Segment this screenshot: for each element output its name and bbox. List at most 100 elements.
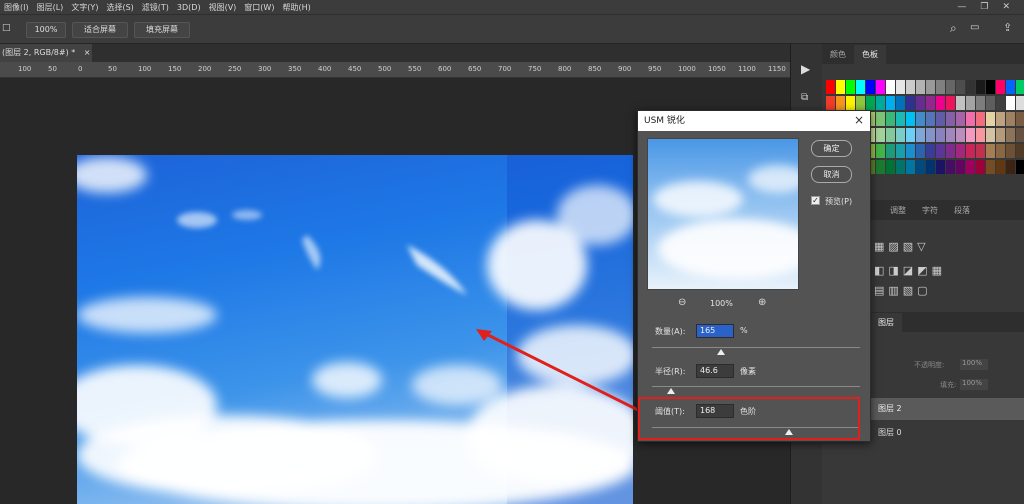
swatch[interactable] [926,96,935,110]
search-icon[interactable]: ⌕ [950,21,957,36]
swatch[interactable] [1016,128,1024,142]
restore-icon[interactable]: ❐ [980,2,988,12]
swatch[interactable] [986,128,995,142]
swatch[interactable] [1006,80,1015,94]
swatch[interactable] [886,144,895,158]
swatch[interactable] [916,112,925,126]
fill-field[interactable]: 100% [960,379,988,390]
swatch[interactable] [946,160,955,174]
swatch[interactable] [936,128,945,142]
layer-row-2[interactable]: 图层 2 [870,398,1024,420]
swatch[interactable] [886,96,895,110]
swatch[interactable] [906,96,915,110]
menu-item-3[interactable]: 选择(S) [102,2,137,13]
history-icon[interactable]: ⧉ [801,92,808,103]
swatch[interactable] [926,80,935,94]
swatch[interactable] [1016,80,1024,94]
swatch[interactable] [936,80,945,94]
swatch[interactable] [1006,160,1015,174]
swatch[interactable] [936,112,945,126]
swatch[interactable] [1016,160,1024,174]
tab-swatches[interactable]: 色板 [854,45,886,64]
swatch[interactable] [866,80,875,94]
swatch[interactable] [896,144,905,158]
swatch[interactable] [846,80,855,94]
swatch[interactable] [966,128,975,142]
workspace-icon[interactable]: ▭ [970,22,979,33]
play-icon[interactable]: ▶ [801,62,810,76]
swatch[interactable] [876,80,885,94]
swatch[interactable] [986,112,995,126]
swatch[interactable] [916,144,925,158]
swatch[interactable] [916,160,925,174]
adjustment-icons[interactable]: ▦▨▧▽ [874,240,930,253]
swatch[interactable] [946,96,955,110]
share-icon[interactable]: ⇪ [1003,21,1012,34]
ok-button[interactable]: 确定 [811,140,852,157]
swatch[interactable] [996,112,1005,126]
swatch[interactable] [916,128,925,142]
adjustment-icons-row3[interactable]: ▤▥▧▢ [874,284,932,297]
swatch[interactable] [826,96,835,110]
radius-slider-track[interactable] [652,386,860,387]
swatch[interactable] [836,96,845,110]
swatch[interactable] [876,128,885,142]
swatch[interactable] [976,80,985,94]
swatch[interactable] [946,128,955,142]
swatch[interactable] [906,112,915,126]
swatch[interactable] [906,80,915,94]
swatch[interactable] [956,96,965,110]
swatch[interactable] [886,112,895,126]
swatch[interactable] [1006,144,1015,158]
swatch[interactable] [996,160,1005,174]
swatch[interactable] [1006,112,1015,126]
menu-item-1[interactable]: 图层(L) [33,2,68,13]
menu-item-0[interactable]: 图像(I) [0,2,33,13]
swatch[interactable] [886,80,895,94]
swatch[interactable] [1006,128,1015,142]
swatch[interactable] [966,96,975,110]
zoom-100-button[interactable]: 100% [26,22,66,38]
swatch[interactable] [836,80,845,94]
dialog-close-icon[interactable]: × [854,113,864,127]
swatch[interactable] [876,112,885,126]
swatch[interactable] [1016,96,1024,110]
amount-slider-track[interactable] [652,347,860,348]
swatch[interactable] [986,96,995,110]
swatch[interactable] [976,160,985,174]
swatch[interactable] [876,160,885,174]
swatch[interactable] [996,144,1005,158]
swatch[interactable] [826,80,835,94]
preview-image[interactable] [647,138,799,290]
cancel-button[interactable]: 取消 [811,166,852,183]
swatch[interactable] [926,160,935,174]
document-tab[interactable]: (图层 2, RGB/8#) * × [0,44,92,62]
swatch[interactable] [876,144,885,158]
layer-row-0[interactable]: 图层 0 [870,422,1024,444]
swatch[interactable] [986,160,995,174]
swatch[interactable] [886,160,895,174]
swatch[interactable] [986,80,995,94]
preview-checkbox[interactable]: ✓ [811,196,820,205]
swatch[interactable] [906,160,915,174]
swatch[interactable] [846,96,855,110]
swatch[interactable] [956,112,965,126]
tab-layers[interactable]: 图层 [870,313,902,332]
swatch[interactable] [996,128,1005,142]
swatch[interactable] [1016,112,1024,126]
tab-color[interactable]: 颜色 [822,45,854,64]
swatch[interactable] [966,160,975,174]
fill-screen-button[interactable]: 填充屏幕 [134,22,190,38]
swatch[interactable] [1006,96,1015,110]
swatch[interactable] [996,80,1005,94]
radius-slider-thumb[interactable] [667,388,676,394]
swatch[interactable] [866,96,875,110]
close-tab-icon[interactable]: × [84,48,91,57]
swatch[interactable] [966,112,975,126]
swatch[interactable] [976,128,985,142]
swatch[interactable] [936,96,945,110]
minimize-icon[interactable]: — [957,2,966,12]
swatch[interactable] [936,144,945,158]
amount-field[interactable]: 165 [696,324,734,338]
swatch[interactable] [956,80,965,94]
